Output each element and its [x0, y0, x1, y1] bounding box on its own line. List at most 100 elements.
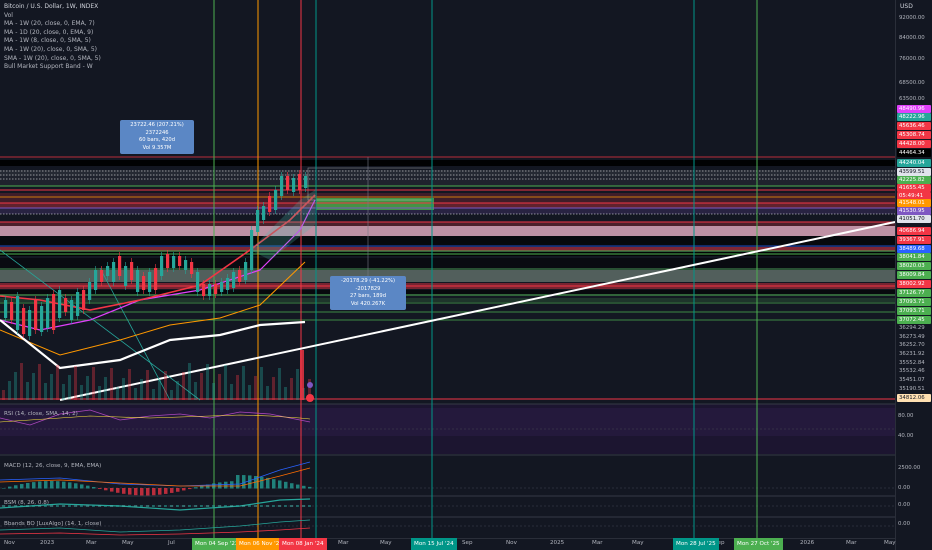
- price-label: 38002.92: [897, 280, 931, 288]
- candle-body-20: [124, 266, 128, 286]
- time-marker-badge[interactable]: Mon 28 Jul '25: [673, 538, 719, 550]
- candle-body-2: [16, 296, 20, 330]
- volume-bar-10: [62, 384, 65, 400]
- volume-bar-26: [158, 380, 161, 400]
- bsm-bar-24: [146, 505, 149, 507]
- symbol-title[interactable]: Bitcoin / U.S. Dollar, 1W, INDEX: [4, 3, 101, 12]
- price-label: 37126.77: [897, 289, 931, 297]
- measure-top-change: 23722.46 (207.21%) 2372246: [130, 122, 184, 136]
- price-label: 44240.04: [897, 159, 931, 167]
- price-label: 38009.84: [897, 271, 931, 279]
- volume-bar-48: [290, 378, 293, 400]
- time-marker-badge[interactable]: Mon 08 Jan '24: [279, 538, 327, 550]
- price-label: 38020.03: [897, 262, 931, 270]
- time-marker-badge[interactable]: Mon 27 Oct '25: [734, 538, 783, 550]
- macd-bar-1: [8, 486, 12, 489]
- bsm-bar-8: [50, 505, 53, 507]
- measure-bottom-volume: Vol 420.267K: [350, 300, 386, 307]
- ma-line-white: [0, 319, 306, 370]
- price-label: 35451.07: [899, 377, 925, 383]
- bsm-bar-33: [200, 505, 203, 507]
- volume-bar-22: [134, 388, 137, 400]
- bsm-bar-16: [98, 505, 101, 507]
- price-label: 37072.45: [897, 316, 931, 324]
- macd-bar-32: [194, 487, 198, 489]
- time-marker-badge[interactable]: Mon 04 Sep '23: [192, 538, 242, 550]
- macd-bar-47: [284, 481, 288, 489]
- volume-bar-23: [140, 379, 143, 400]
- indicator-ma-3[interactable]: MA - 1W (8, close, 0, SMA, 5): [4, 37, 101, 46]
- candle-body-27: [166, 254, 170, 268]
- candle-body-14: [88, 282, 92, 300]
- currency-label[interactable]: USD: [896, 0, 932, 12]
- volume-bar-38: [230, 384, 233, 400]
- volume-bar-15: [92, 367, 95, 400]
- candle-body-28: [172, 256, 176, 268]
- indicator-sma[interactable]: SMA - 1W (20), close, 0, SMA, 5): [4, 55, 101, 64]
- candle-body-18: [112, 262, 116, 282]
- bsm-bar-13: [80, 505, 83, 507]
- time-label: May: [122, 540, 134, 546]
- macd-bar-7: [44, 481, 48, 489]
- candle-body-25: [154, 268, 158, 290]
- macd-bar-14: [86, 485, 90, 489]
- bsm-bar-17: [104, 505, 107, 507]
- price-label: 34812.06: [897, 394, 931, 402]
- bbands-pane-title[interactable]: Bbands BO [LuxAlgo] (14, 1, close): [4, 521, 101, 527]
- volume-bar-20: [122, 378, 125, 400]
- time-label: 2025: [550, 540, 565, 546]
- indicator-ma-4[interactable]: MA - 1W (20), close, 0, SMA, 5): [4, 46, 101, 55]
- candle-body-36: [220, 282, 224, 292]
- bsm-bar-35: [212, 505, 215, 507]
- bsm-bar-36: [218, 505, 221, 507]
- macd-bar-16: [98, 488, 102, 489]
- volume-bar-24: [146, 370, 149, 400]
- bsm-bar-14: [86, 505, 89, 507]
- bsm-bar-15: [92, 505, 95, 507]
- indicator-bull-band[interactable]: Bull Market Support Band - W: [4, 63, 101, 72]
- macd-bar-12: [74, 483, 78, 489]
- macd-pane-title[interactable]: MACD (12, 26, close, 9, EMA, EMA): [4, 463, 101, 469]
- candle-body-41: [250, 230, 254, 270]
- candle-body-24: [148, 272, 152, 292]
- candle-body-35: [214, 284, 218, 294]
- bsm-bar-34: [206, 505, 209, 507]
- macd-bar-45: [272, 479, 276, 489]
- price-label: 35532.46: [899, 368, 925, 374]
- volume-bar-8: [50, 374, 53, 400]
- bsm-pane-title[interactable]: BSM (8, 26, 0.8): [4, 500, 49, 506]
- time-marker-badge[interactable]: Mon 15 Jul '24: [411, 538, 457, 550]
- candle-body-50: [304, 176, 308, 188]
- volume-bar-43: [260, 367, 263, 400]
- candle-body-10: [64, 298, 68, 312]
- macd-bar-38: [230, 481, 234, 489]
- zone-band-6: [0, 222, 895, 226]
- indicator-ma-1[interactable]: MA - 1W (20, close, 0, EMA, 7): [4, 20, 101, 29]
- volume-bar-1: [8, 381, 11, 400]
- volume-bar-30: [182, 372, 185, 400]
- bsm-bar-29: [176, 505, 179, 507]
- zone-band-8: [0, 236, 895, 246]
- time-label: Mar: [86, 540, 97, 546]
- bsm-bar-23: [140, 505, 143, 507]
- measure-tooltip-bottom: -20178.29 (-41.22%) -2017829 27 bars, 18…: [330, 276, 406, 310]
- bsm-bar-45: [272, 505, 275, 507]
- chart-stage[interactable]: Bitcoin / U.S. Dollar, 1W, INDEX Vol MA …: [0, 0, 932, 550]
- bsm-bar-26: [158, 505, 161, 507]
- candle-body-17: [106, 266, 110, 276]
- rsi-pane-title[interactable]: RSI (14, close, SMA, 14, 2): [4, 411, 78, 417]
- indicator-ma-2[interactable]: MA - 1D (20, close, 0, EMA, 9): [4, 29, 101, 38]
- chart-canvas[interactable]: [0, 0, 932, 550]
- macd-bar-43: [260, 476, 264, 489]
- bsm-bar-21: [128, 505, 131, 507]
- bsm-bar-37: [224, 505, 227, 507]
- bsm-bar-18: [110, 505, 113, 507]
- volume-bar-11: [68, 375, 71, 400]
- macd-bar-15: [92, 487, 96, 489]
- macd-bar-49: [296, 484, 300, 489]
- flag-marker-icon: [306, 394, 314, 402]
- candle-body-9: [58, 290, 62, 318]
- zone-band-14: [0, 290, 895, 294]
- macd-bar-23: [140, 488, 144, 496]
- bsm-bar-22: [134, 505, 137, 507]
